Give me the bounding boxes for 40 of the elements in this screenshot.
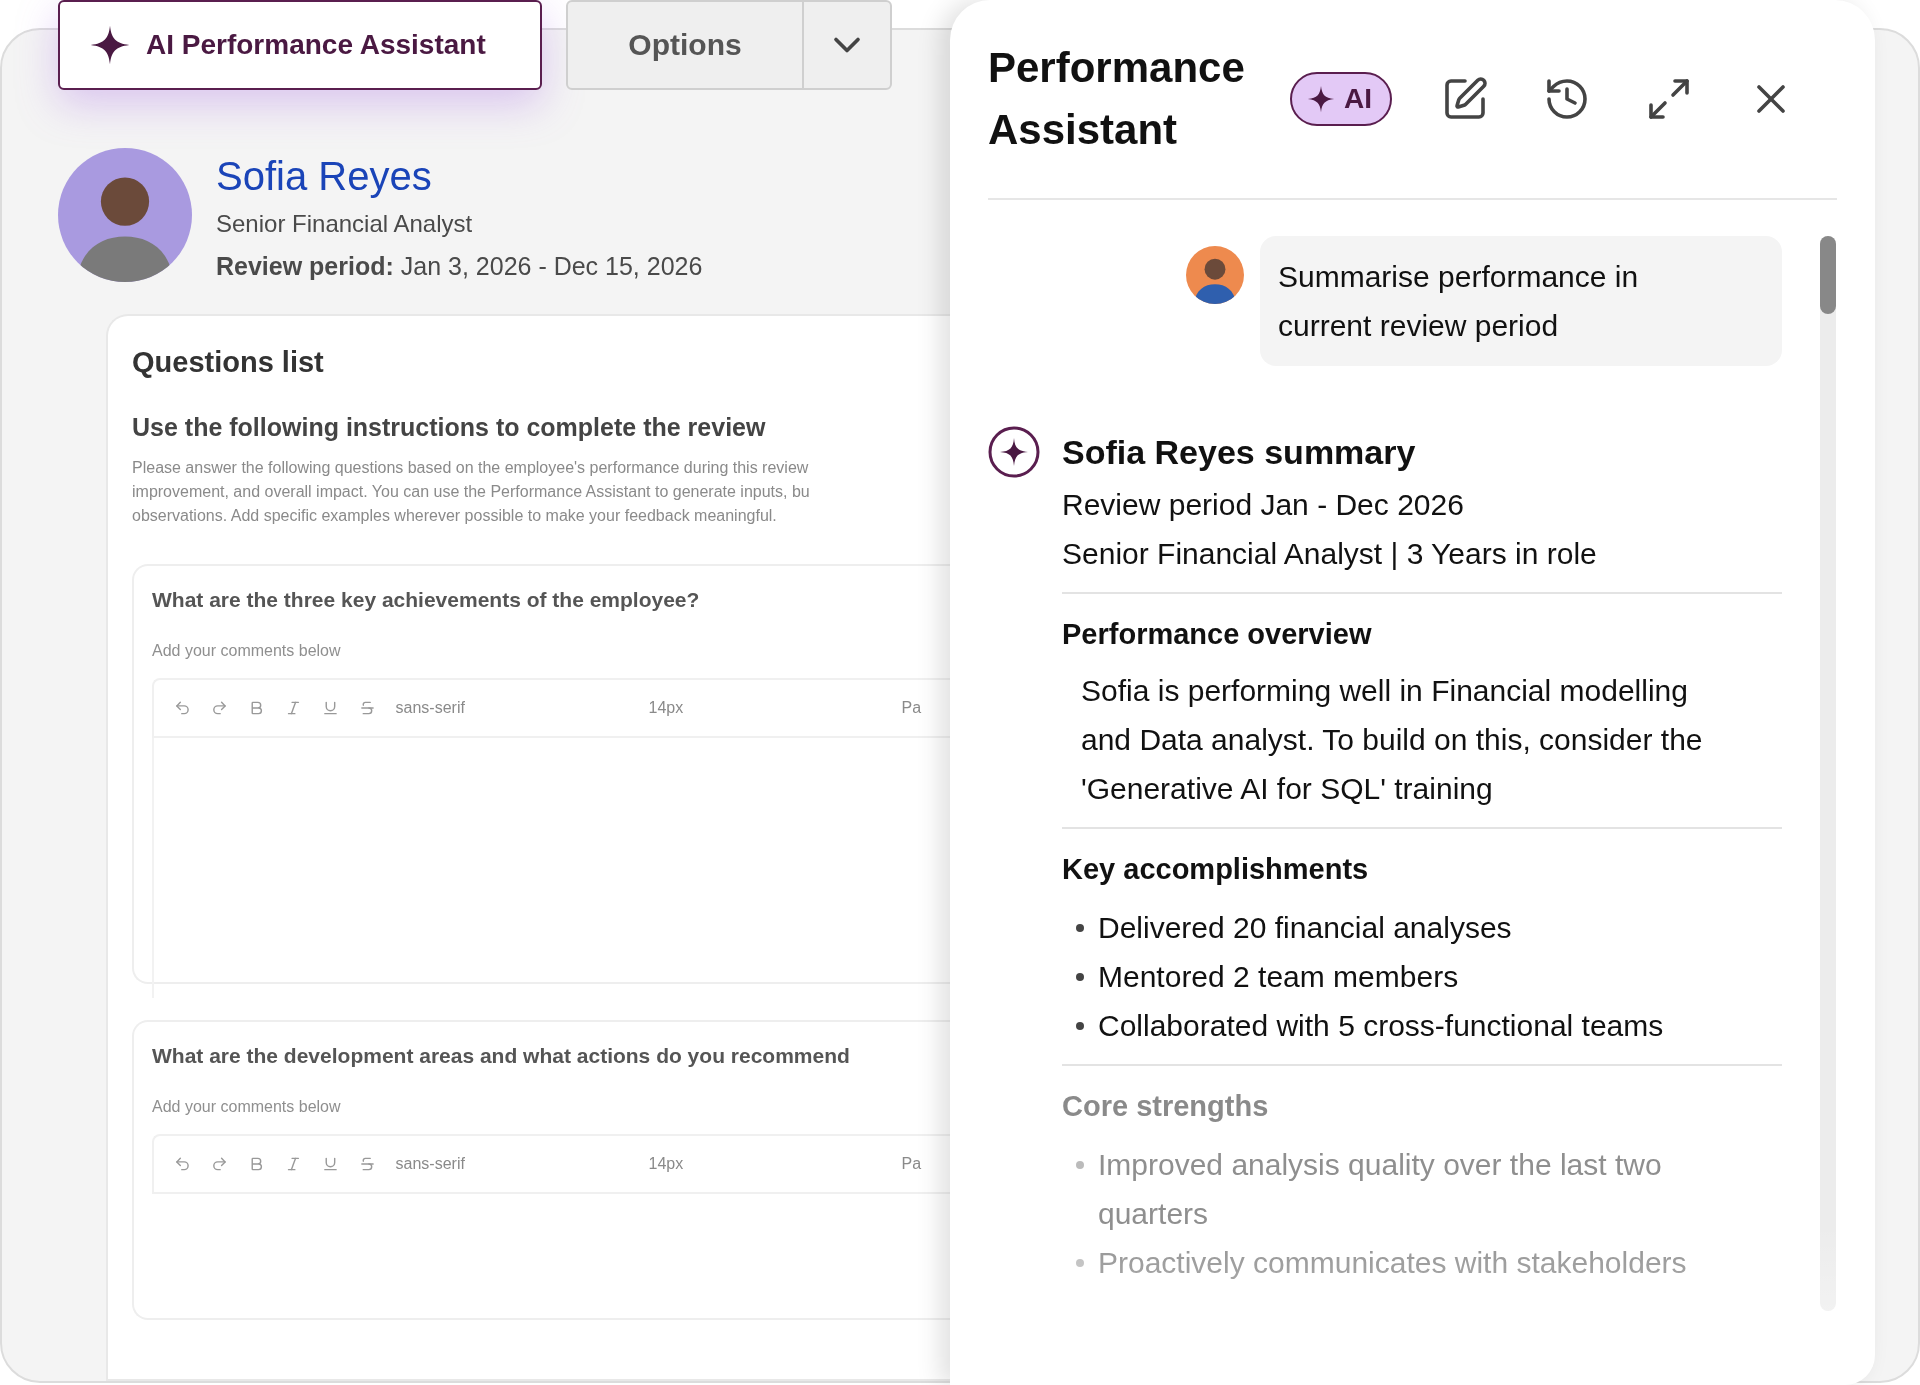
- section-heading: Performance overview: [1062, 617, 1373, 652]
- section-heading: Key accomplishments: [1062, 852, 1370, 887]
- user-message: Summarise performance in current review period: [1260, 236, 1782, 366]
- bullet-text: Improved analysis quality over the last two quarters: [1098, 1147, 1663, 1232]
- bullet-icon: [1076, 973, 1084, 981]
- summary-title: Sofia Reyes summary: [1062, 432, 1417, 473]
- size-select[interactable]: 14px: [648, 699, 882, 717]
- overview-text: Sofia is performing well in Financial modelling and Data analyst. To build on this, consider the 'Generative AI for SQL' training: [1080, 673, 1704, 807]
- employee-name[interactable]: Sofia Reyes: [216, 150, 703, 202]
- bullet-text: Collaborated with 5 cross-functional teams: [1098, 1008, 1665, 1044]
- bullet-text: Mentored 2 team members: [1098, 959, 1460, 995]
- summary-line: Review period Jan - Dec 2026: [1062, 487, 1465, 523]
- card-title: Questions list: [132, 346, 325, 379]
- format-select[interactable]: Pa: [901, 699, 950, 717]
- question-title: What are the three key achievements of the employee?: [152, 588, 701, 612]
- font-select[interactable]: sans-serif: [395, 699, 629, 717]
- instructions-title: Use the following instructions to complete the review: [132, 413, 767, 442]
- user-avatar: [1186, 246, 1244, 304]
- size-select[interactable]: 14px: [648, 1155, 882, 1173]
- bullet-icon: [1076, 924, 1084, 932]
- ai-badge: AI: [1290, 72, 1392, 126]
- assistant-icon: [988, 426, 1040, 478]
- bullet-text: Delivered 20 financial analyses: [1098, 910, 1513, 946]
- section-heading: Core strengths: [1062, 1089, 1270, 1124]
- instructions-text: Please answer the following questions based on the employee's performance during this review improvement, and overall impact. You can use the Performance Assistant to generate inputs, bu observations. Add specific examples wherever possible to make your feedback meaningful.: [132, 458, 811, 526]
- summary-line: Senior Financial Analyst | 3 Years in role: [1062, 536, 1598, 572]
- font-select[interactable]: sans-serif: [395, 1155, 629, 1173]
- bullet-icon: [1076, 1022, 1084, 1030]
- employee-title: Senior Financial Analyst: [216, 209, 474, 239]
- question-hint: Add your comments below: [152, 1098, 342, 1116]
- bullet-icon: [1076, 1161, 1084, 1169]
- panel-title: Performance Assistant: [988, 43, 1246, 155]
- format-select[interactable]: Pa: [901, 1155, 950, 1173]
- scrollbar-thumb[interactable]: [1820, 236, 1836, 314]
- question-hint: Add your comments below: [152, 642, 342, 660]
- ai-assistant-button[interactable]: AI Performance Assistant: [58, 0, 542, 90]
- review-period: Review period: Jan 3, 2026 - Dec 15, 2026: [216, 251, 703, 282]
- bullet-text: Proactively communicates with stakeholders: [1098, 1245, 1688, 1281]
- question-title: What are the development areas and what actions do you recommend: [152, 1044, 851, 1068]
- bullet-icon: [1076, 1259, 1084, 1267]
